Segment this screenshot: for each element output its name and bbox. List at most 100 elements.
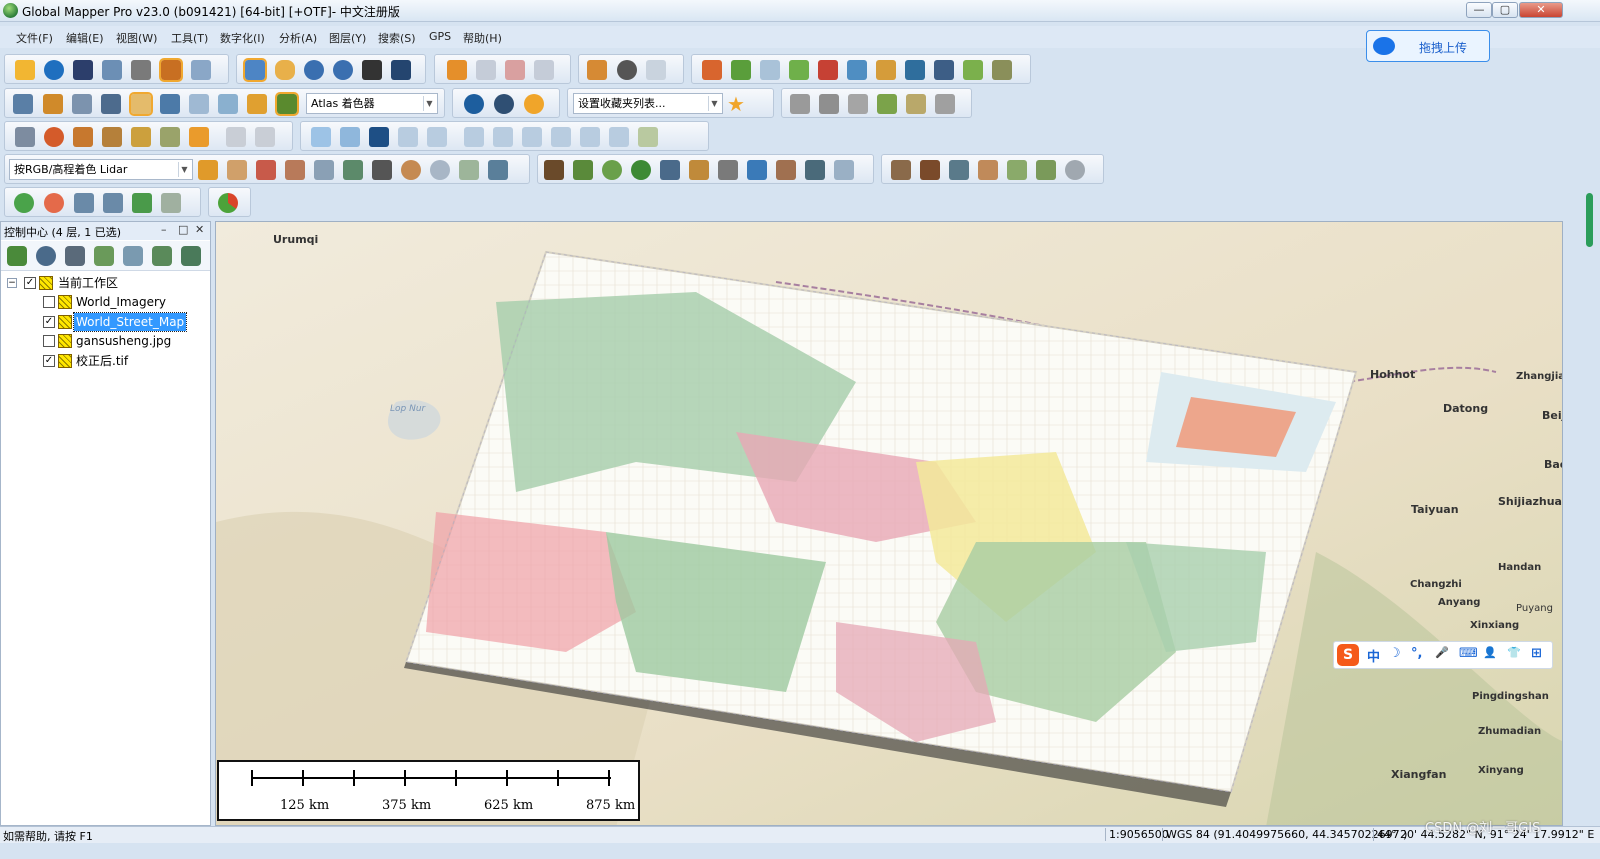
lidar-color-dropdown[interactable]: 按RGB/高程着色 Lidar ▼ [9,159,193,180]
bracket-icon[interactable] [834,160,854,180]
layer-checkbox[interactable] [43,335,55,347]
elevation-icon[interactable] [702,60,722,80]
ground-icon[interactable] [459,160,479,180]
watershed-icon[interactable] [847,60,867,80]
fast-rabbit-icon[interactable] [103,193,123,213]
check-edit-icon[interactable] [226,127,246,147]
add-point-icon[interactable] [132,193,152,213]
warning-triangle-icon[interactable] [372,160,392,180]
maximize-button[interactable]: ▢ [1492,2,1518,18]
menu-tools[interactable]: 工具(T) [171,30,208,46]
play-icon[interactable] [14,193,34,213]
panel-close-button[interactable]: ✕ [195,223,204,236]
draw-curve-icon[interactable] [848,94,868,114]
shader-icon[interactable] [275,92,299,116]
connect-icon[interactable] [369,127,389,147]
stop-icon[interactable] [44,193,64,213]
pole-extract-icon[interactable] [978,160,998,180]
menu-digitize[interactable]: 数字化(I) [220,30,265,46]
layer-row[interactable]: ✓ World_Street_Map [1,312,210,333]
bug-icon[interactable] [488,160,508,180]
remove-point-icon[interactable] [161,193,181,213]
attribute-table-icon[interactable] [65,246,85,266]
point-find-icon[interactable] [285,160,305,180]
point-edit-icon[interactable] [343,160,363,180]
join-icon[interactable] [522,127,542,147]
paint-area-icon[interactable] [160,127,180,147]
reshape-icon[interactable] [551,127,571,147]
target-icon[interactable] [44,127,64,147]
globe-data-icon[interactable] [44,60,64,80]
layer-globe-icon[interactable] [36,246,56,266]
draw-line-icon[interactable] [790,94,810,114]
slope-icon[interactable] [876,60,896,80]
grid-menu-icon[interactable]: ⊞ [1531,646,1542,661]
punctuation-icon[interactable]: °, [1411,646,1422,661]
pen-icon[interactable] [102,127,122,147]
point-cloud-icon[interactable] [227,160,247,180]
info-icon[interactable] [617,60,637,80]
panel-pin-button[interactable]: – [161,223,167,236]
filter-icon[interactable] [198,160,218,180]
move-vertex-icon[interactable] [398,127,418,147]
extract-icon[interactable] [891,160,911,180]
menu-view[interactable]: 视图(W) [116,30,157,46]
menu-search[interactable]: 搜索(S) [378,30,416,46]
moon-icon[interactable]: ☽ [1389,646,1401,661]
layer-row[interactable]: gansusheng.jpg [1,332,210,352]
blend-icon[interactable] [129,92,153,116]
layout-icon[interactable] [13,94,33,114]
pan-hand-icon[interactable] [275,60,295,80]
pencil-icon[interactable] [447,60,467,80]
split-view-icon[interactable] [72,94,92,114]
snap-icon[interactable] [580,127,600,147]
ime-chinese-toggle[interactable]: 中 [1367,646,1380,665]
layer-row[interactable]: World_Imagery [1,293,210,313]
add-vertex-icon[interactable] [464,127,484,147]
map-layout-icon[interactable] [905,60,925,80]
move-icon[interactable] [311,127,331,147]
menu-layer[interactable]: 图层(Y) [329,30,366,46]
slow-turtle-icon[interactable] [74,193,94,213]
edit-shape-icon[interactable] [534,60,554,80]
scrollbar-thumb[interactable] [1586,193,1593,247]
cut-fill-icon[interactable] [992,60,1012,80]
lidar-profile-icon[interactable] [160,94,180,114]
star-icon[interactable]: ★ [726,94,746,114]
water-level-icon[interactable] [189,94,209,114]
user-icon[interactable]: 👤 [1483,646,1497,659]
shape-icon[interactable] [189,127,209,147]
panel-float-button[interactable]: □ [178,223,188,236]
menu-file[interactable]: 文件(F) [16,30,53,46]
projection-globe-icon[interactable] [464,94,484,114]
water-drop-icon[interactable] [747,160,767,180]
wrench-icon[interactable] [131,60,151,80]
puzzle-icon[interactable] [1036,160,1056,180]
terrain-icon[interactable] [731,60,751,80]
layer-search-icon[interactable] [123,246,143,266]
viewshed-icon[interactable] [818,60,838,80]
save-icon[interactable] [73,60,93,80]
shrub-icon[interactable] [602,160,622,180]
keyboard-icon[interactable]: ⌨ [1459,646,1478,661]
volume-icon[interactable] [963,60,983,80]
zoom-tool-icon[interactable] [243,58,267,82]
layer-add-icon[interactable] [94,246,114,266]
layer-row[interactable]: ✓ 校正后.tif [1,352,210,372]
layer-remove-icon[interactable] [181,246,201,266]
tower-icon[interactable] [718,160,738,180]
layer-zoom-icon[interactable] [7,246,27,266]
compass-icon[interactable] [43,94,63,114]
ruler-icon[interactable] [638,127,658,147]
3d-view-icon[interactable] [101,94,121,114]
window-icon[interactable] [102,60,122,80]
menu-help[interactable]: 帮助(H) [463,30,502,46]
mountain-icon[interactable] [920,160,940,180]
point-search-icon[interactable] [256,160,276,180]
favorites-dropdown[interactable]: 设置收藏夹列表... ▼ [573,93,723,114]
classify-icon[interactable] [401,160,421,180]
minimize-button[interactable]: — [1466,2,1492,18]
satellite-icon[interactable] [934,60,954,80]
noise-icon[interactable] [430,160,450,180]
control-center-icon[interactable] [159,58,183,82]
